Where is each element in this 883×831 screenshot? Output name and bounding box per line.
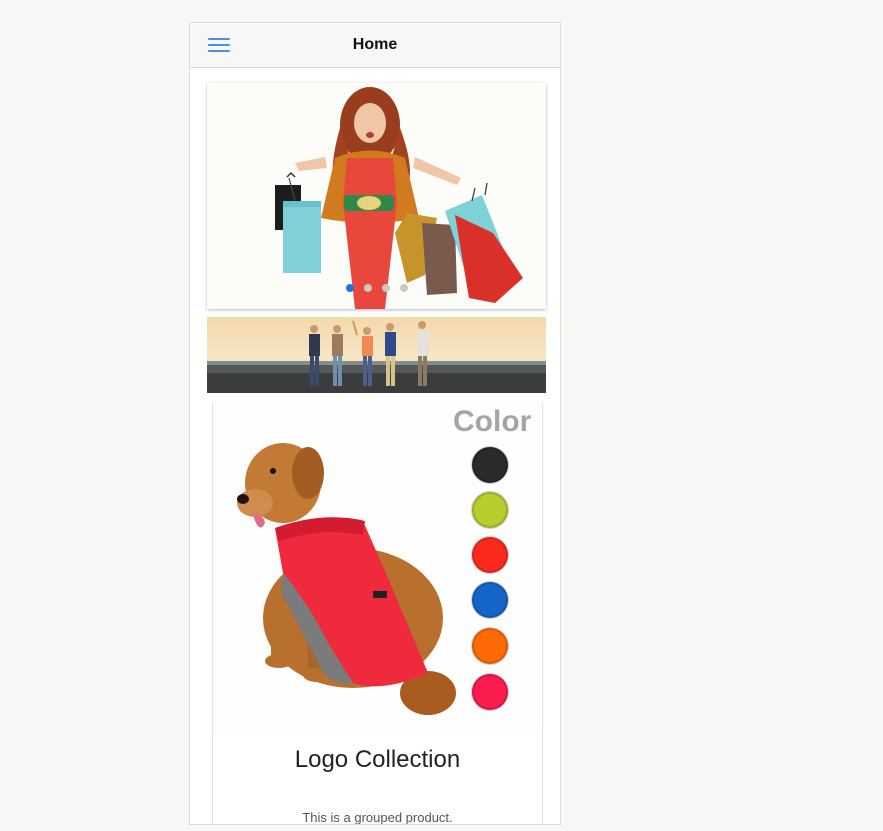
color-swatch-blue[interactable]: [472, 582, 508, 618]
slider-pagination: [207, 279, 546, 297]
dog-coat-illustration: [237, 443, 456, 715]
top-navbar: Home: [190, 23, 560, 68]
color-swatch-black[interactable]: [472, 447, 508, 483]
page-title: Home: [352, 36, 398, 53]
color-swatch-lime[interactable]: [472, 492, 508, 528]
product-name[interactable]: Logo Collection: [213, 746, 542, 774]
image-slider[interactable]: [207, 83, 546, 309]
color-swatch-red[interactable]: [472, 537, 508, 573]
slider-dot-1[interactable]: [345, 284, 354, 292]
product-card[interactable]: Color Logo Collection This is a grouped …: [212, 403, 543, 825]
color-swatch-pink[interactable]: [472, 674, 508, 710]
color-label: Color: [453, 405, 532, 438]
slider-dot-4[interactable]: [399, 284, 408, 292]
product-image: Color: [213, 403, 542, 733]
color-swatch-orange[interactable]: [472, 628, 508, 664]
phone-frame: Home Color Logo Collection This is a gro…: [189, 22, 561, 825]
banner-image-friends: [207, 317, 546, 393]
promo-banner[interactable]: [207, 317, 546, 393]
slider-dot-2[interactable]: [363, 284, 372, 292]
product-description: This is a grouped product.: [302, 810, 453, 825]
slide-image-shopping-woman: [207, 83, 546, 309]
slider-dot-3[interactable]: [381, 284, 390, 292]
